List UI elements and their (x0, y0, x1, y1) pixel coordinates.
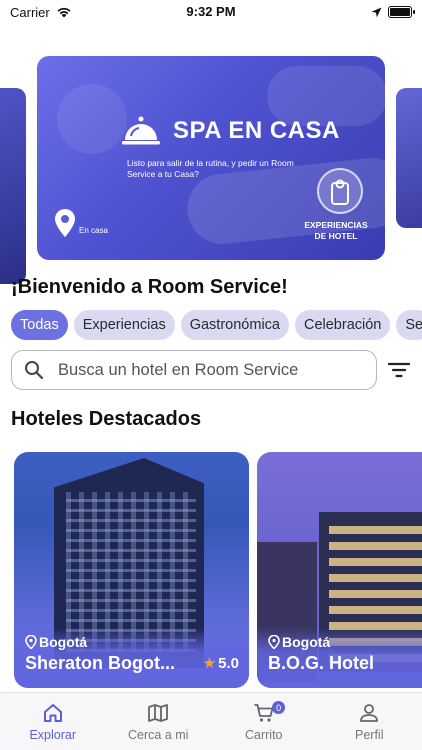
hotel-card[interactable]: Bogotá B.O.G. Hotel (257, 452, 422, 688)
card-city-label: Bogotá (282, 634, 331, 650)
map-icon (148, 703, 169, 722)
card-hotel-name: B.O.G. Hotel (268, 653, 375, 673)
banner-decor (57, 84, 127, 154)
tab-explorar[interactable]: Explorar (0, 693, 106, 750)
chip-more[interactable]: Se (396, 310, 422, 340)
banner-category: EXPERIENCIAS DE HOTEL (304, 220, 368, 241)
room-service-bell-icon (122, 116, 160, 145)
search-input[interactable] (58, 360, 358, 380)
tab-label: Cerca a mi (128, 727, 189, 742)
card-hotel-name: Sheraton Bogot... (25, 653, 175, 673)
filter-icon[interactable] (388, 361, 410, 379)
chip-experiencias[interactable]: Experiencias (73, 310, 175, 340)
card-rating-value: 5.0 (218, 654, 239, 672)
search-bar[interactable] (11, 350, 377, 390)
carrier-label: Carrier (10, 4, 50, 20)
tab-label: Perfil (355, 727, 384, 742)
tab-label: Explorar (29, 727, 77, 742)
cart-badge: 0 (272, 701, 286, 714)
battery-icon (388, 6, 415, 18)
banner-peek-left[interactable] (0, 88, 26, 284)
location-pin-icon (25, 635, 37, 649)
card-city-label: Bogotá (39, 634, 88, 650)
status-right (371, 6, 415, 18)
status-left: Carrier (10, 5, 72, 20)
location-arrow-icon (371, 7, 382, 17)
welcome-heading: ¡Bienvenido a Room Service! (11, 276, 288, 298)
hotel-card[interactable]: Bogotá Sheraton Bogot... ★ 5.0 (14, 452, 249, 688)
tab-label: Carrito (244, 727, 283, 742)
chip-gastronomica[interactable]: Gastronómica (180, 310, 289, 340)
door-hanger-icon (317, 168, 363, 214)
featured-heading: Hoteles Destacados (11, 408, 202, 430)
card-city: Bogotá (25, 634, 87, 650)
tab-carrito[interactable]: 0 Carrito (211, 693, 317, 750)
category-chips: Todas Experiencias Gastronómica Celebrac… (11, 310, 422, 340)
banner-carousel[interactable]: SPA EN CASA Listo para salir de la rutin… (0, 56, 422, 284)
promo-banner[interactable]: SPA EN CASA Listo para salir de la rutin… (37, 56, 385, 260)
chip-todas[interactable]: Todas (11, 310, 68, 340)
banner-location: En casa (79, 226, 108, 235)
star-icon: ★ (202, 655, 217, 672)
chip-celebracion[interactable]: Celebración (294, 310, 391, 340)
person-icon (360, 703, 379, 722)
home-icon (43, 703, 62, 722)
banner-subtitle: Listo para salir de la rutina, y pedir u… (127, 158, 294, 179)
tab-cerca-a-mi[interactable]: Cerca a mi (106, 693, 212, 750)
card-rating: ★ 5.0 (202, 654, 239, 673)
search-icon (25, 361, 44, 380)
status-bar: Carrier 9:32 PM (0, 0, 422, 24)
banner-title: SPA EN CASA (173, 117, 340, 144)
tab-bar: Explorar Cerca a mi 0 Carrito Perfil (0, 692, 422, 750)
wifi-icon (57, 7, 71, 18)
banner-peek-right[interactable] (396, 88, 422, 228)
tab-perfil[interactable]: Perfil (317, 693, 422, 750)
banner-title-row: SPA EN CASA (119, 114, 340, 148)
location-pin-icon (268, 635, 280, 649)
location-pin-icon (55, 209, 75, 237)
card-city: Bogotá (268, 634, 330, 650)
